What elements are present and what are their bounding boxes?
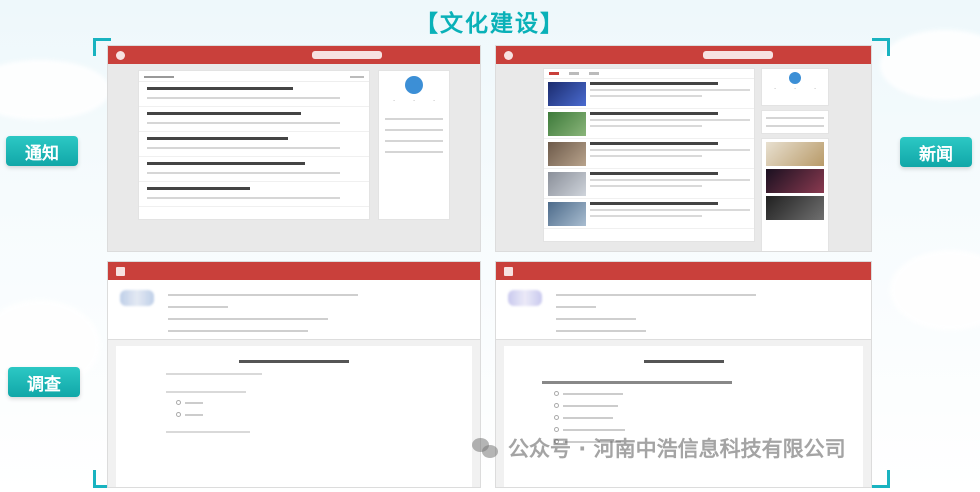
list-item bbox=[544, 139, 754, 169]
option[interactable] bbox=[176, 412, 472, 417]
news-label: 新闻 bbox=[900, 137, 972, 167]
option[interactable] bbox=[554, 415, 863, 420]
survey-screenshot-left bbox=[107, 261, 481, 488]
list-item bbox=[139, 157, 369, 182]
news-header-bar bbox=[496, 46, 871, 64]
watermark-text: 公众号 · 河南中浩信息科技有限公司 bbox=[508, 437, 846, 461]
hot-images-card bbox=[761, 138, 829, 251]
avatar bbox=[120, 290, 154, 306]
list-item bbox=[139, 132, 369, 157]
watermark: 公众号 · 河南中浩信息科技有限公司 bbox=[472, 433, 846, 463]
survey-label: 调查 bbox=[8, 367, 80, 397]
search-box bbox=[703, 51, 773, 59]
notice-app-icon bbox=[116, 50, 125, 60]
cloud-decoration bbox=[880, 30, 980, 100]
list-item bbox=[139, 182, 369, 207]
avatar bbox=[405, 76, 423, 94]
chart-icon bbox=[116, 266, 125, 276]
option[interactable] bbox=[176, 400, 472, 405]
chart-icon bbox=[504, 266, 513, 276]
profile-card: · · · bbox=[761, 68, 829, 106]
survey-header-bar bbox=[496, 262, 871, 280]
news-screenshot: · · · bbox=[495, 45, 872, 252]
option[interactable] bbox=[554, 403, 863, 408]
profile-card: · · · bbox=[378, 70, 450, 220]
list-item bbox=[544, 169, 754, 199]
wechat-icon bbox=[472, 436, 500, 460]
news-list-card bbox=[543, 68, 755, 242]
search-box bbox=[312, 51, 382, 59]
survey-info bbox=[108, 280, 480, 340]
news-app-icon bbox=[504, 50, 513, 60]
avatar bbox=[789, 72, 801, 84]
survey-info bbox=[496, 280, 871, 340]
list-item bbox=[544, 79, 754, 109]
list-item bbox=[139, 82, 369, 107]
survey-form bbox=[504, 346, 863, 487]
survey-header-bar bbox=[108, 262, 480, 280]
notice-label: 通知 bbox=[6, 136, 78, 166]
option[interactable] bbox=[554, 391, 863, 396]
page-title: 【文化建设】 bbox=[415, 11, 565, 37]
notice-header-bar bbox=[108, 46, 480, 64]
list-item bbox=[544, 109, 754, 139]
cloud-decoration bbox=[890, 250, 980, 330]
list-item bbox=[544, 199, 754, 229]
survey-form bbox=[116, 346, 472, 487]
list-item bbox=[139, 107, 369, 132]
option[interactable] bbox=[554, 427, 863, 432]
side-menu-card bbox=[761, 110, 829, 134]
notice-screenshot: · · · bbox=[107, 45, 481, 252]
avatar bbox=[508, 290, 542, 306]
notice-list-card bbox=[138, 70, 370, 220]
